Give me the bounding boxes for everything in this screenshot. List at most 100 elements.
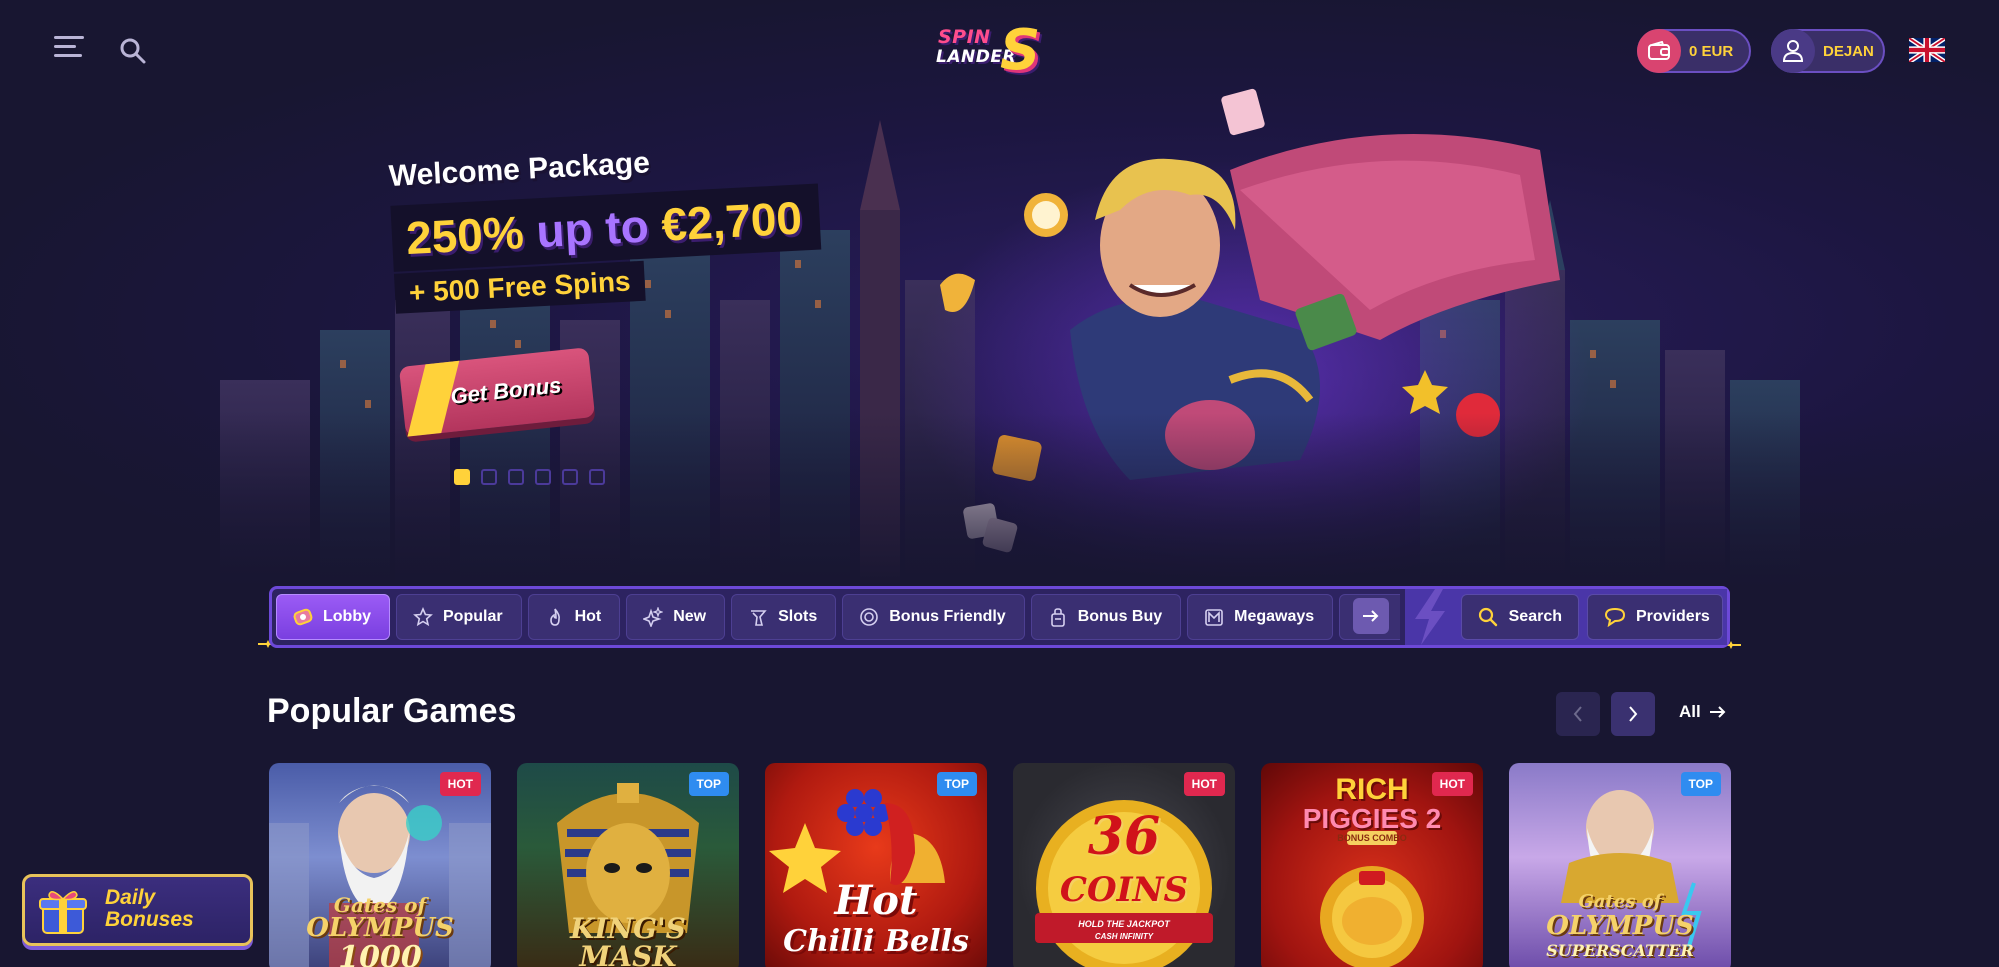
tab-popular-label: Popular [443,608,503,625]
category-scroll-right-button[interactable] [1353,598,1389,634]
providers-label: Providers [1636,608,1710,625]
game-title-line3: HOLD THE JACKPOT [1078,919,1170,929]
game-card-hot-chilli-bells[interactable]: Hot Chilli Bells TOP [765,763,987,967]
providers-button[interactable]: Providers [1587,594,1723,640]
tab-bonus-friendly-label: Bonus Friendly [889,608,1006,625]
game-card-gates-of-olympus-superscatter[interactable]: Gates of OLYMPUS SUPERSCATTER TOP [1509,763,1731,967]
popular-games-row: Gates of OLYMPUS 1000 HOT KING'S MASK TO… [269,763,1731,967]
logo-text-spin: SPIN [938,26,991,48]
promo-up-to: up to [535,199,650,258]
game-card-gates-of-olympus-1000[interactable]: Gates of OLYMPUS 1000 HOT [269,763,491,967]
daily-bonuses-line1: Daily [105,886,156,909]
get-bonus-label: Get Bonus [449,372,563,409]
game-card-kings-mask[interactable]: KING'S MASK TOP [517,763,739,967]
menu-icon[interactable] [54,36,88,64]
user-icon [1771,29,1815,73]
game-card-rich-piggies-2[interactable]: RICH PIGGIES 2 BONUS COMBO HOT [1261,763,1483,967]
tab-hot[interactable]: Hot [527,594,621,640]
username-label: DEJAN [1823,42,1874,60]
category-actions: Search Providers [1405,589,1727,645]
search-games-label: Search [1508,608,1562,625]
spinlander-logo[interactable]: SPIN LANDER S [922,14,1072,84]
slot-machine-icon [748,607,768,627]
games-prev-button[interactable] [1556,692,1600,736]
daily-bonuses-line2: Bonuses [105,908,194,932]
game-title-line2: PIGGIES 2 [1302,803,1442,834]
game-title-line1: 36 [1087,806,1161,867]
arrow-right-icon [1709,706,1726,718]
view-all-games-link[interactable]: All [1679,702,1727,722]
tab-hot-label: Hot [574,608,602,625]
star-icon [413,607,433,627]
hero-promo-text: Welcome Package 250% up to €2,700 + 500 … [388,138,824,314]
top-badge: TOP [936,772,977,796]
daily-bonuses-label: Daily Bonuses [105,886,194,932]
top-badge: TOP [688,772,729,796]
tab-popular[interactable]: Popular [396,594,522,640]
daily-bonuses-button[interactable]: Daily Bonuses [22,874,253,946]
game-title-line2: COINS [1059,870,1189,910]
game-title-line4: CASH INFINITY [1094,932,1154,941]
carousel-dot-6[interactable] [589,469,605,485]
game-card-36-coins[interactable]: 36 COINS HOLD THE JACKPOT CASH INFINITY … [1013,763,1235,967]
view-all-label: All [1679,702,1701,721]
game-title-line1: Gates of [333,893,427,917]
carousel-dot-3[interactable] [508,469,524,485]
providers-icon [1604,606,1626,628]
carousel-dot-4[interactable] [535,469,551,485]
tab-lobby[interactable]: Lobby [276,594,390,640]
hero-carousel-dots [454,469,605,485]
lightning-decoration [1415,589,1445,645]
user-account-button[interactable]: DEJAN [1771,29,1885,73]
tab-slots[interactable]: Slots [731,594,837,640]
tab-new[interactable]: New [626,594,726,640]
game-title-line3: 1000 [338,940,422,967]
game-title-line1: Hot [834,877,918,924]
bag-icon [1048,607,1068,627]
carousel-dot-5[interactable] [562,469,578,485]
carousel-dot-1[interactable] [454,469,470,485]
category-nav: Lobby Popular Hot New Slots Bonus Friend… [269,586,1730,648]
game-title-line1: Gates of [1578,891,1662,912]
tab-megaways-label: Megaways [1234,608,1315,625]
game-title-line3: SUPERSCATTER [1546,941,1694,960]
search-icon[interactable] [118,36,148,66]
tab-bonus-buy[interactable]: Bonus Buy [1030,594,1182,640]
search-games-button[interactable]: Search [1461,594,1579,640]
sparkles-icon [643,607,664,627]
top-badge: TOP [1680,772,1721,796]
bonus-icon [859,607,879,627]
category-tabs: Lobby Popular Hot New Slots Bonus Friend… [276,594,1400,640]
carousel-dot-2[interactable] [481,469,497,485]
promo-percent: 250% [404,206,525,265]
tab-new-label: New [673,608,707,625]
promo-amount: €2,700 [660,191,804,251]
search-icon [1478,606,1499,628]
top-header: SPIN LANDER S 0 EUR DEJAN [0,0,1999,100]
hot-badge: HOT [1183,772,1225,796]
game-title-line2: OLYMPUS [306,913,454,943]
game-title-line2: Chilli Bells [783,924,969,959]
megaways-icon [1204,607,1224,627]
game-title-line2: MASK [579,940,677,967]
flame-icon [545,607,565,627]
game-title-line1: KING'S [570,912,686,945]
logo-s-mark: S [1000,18,1041,83]
gift-icon [39,891,87,934]
popular-games-title: Popular Games [267,692,517,730]
wallet-balance-button[interactable]: 0 EUR [1637,29,1751,73]
uk-flag-icon[interactable] [1907,36,1947,64]
tab-bonus-friendly[interactable]: Bonus Friendly [842,594,1025,640]
chevron-left-icon [1573,706,1582,722]
balance-label: 0 EUR [1689,42,1734,60]
promo-headline: 250% up to €2,700 [390,183,822,272]
wallet-icon [1637,29,1681,73]
game-title-line2: OLYMPUS [1546,911,1694,941]
game-title-line3: BONUS COMBO [1337,833,1407,843]
tab-bonus-buy-label: Bonus Buy [1077,608,1163,625]
chevron-right-icon [1629,706,1638,722]
hot-badge: HOT [439,772,481,796]
lobby-icon [293,607,313,627]
games-next-button[interactable] [1611,692,1655,736]
tab-megaways[interactable]: Megaways [1187,594,1334,640]
